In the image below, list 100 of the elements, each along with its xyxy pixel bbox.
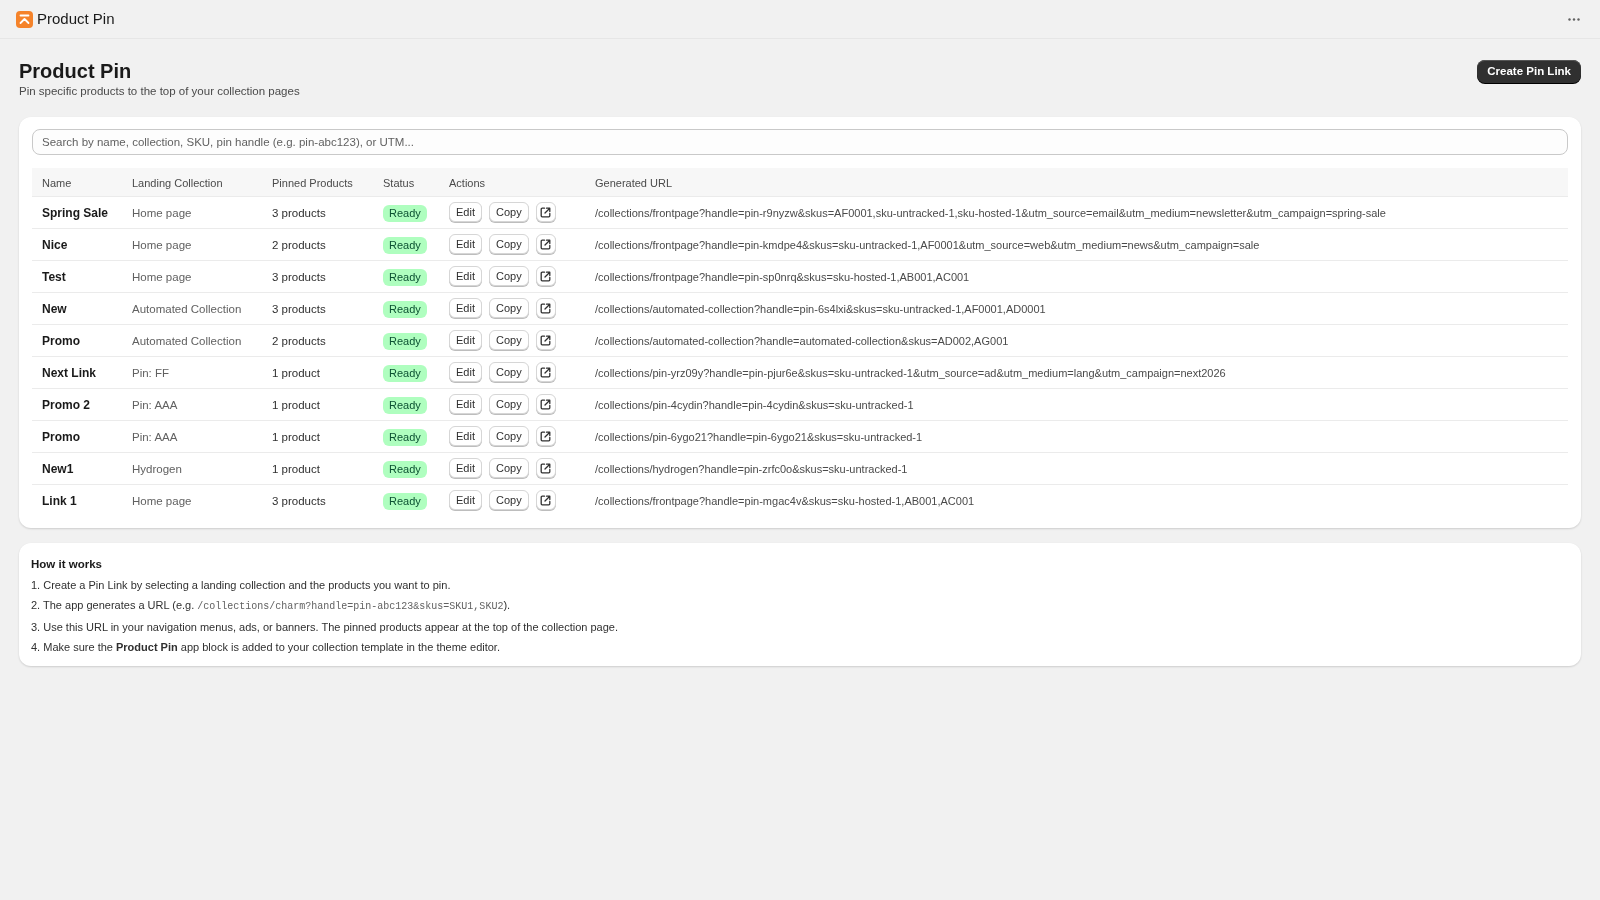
status-badge: Ready xyxy=(383,428,427,446)
status-badge: Ready xyxy=(383,396,427,414)
status-badge: Ready xyxy=(383,364,427,382)
section-title: How it works xyxy=(31,557,103,572)
search-field[interactable]: Search by name, collection, SKU, pin handle (e.g. pin-abc123), or UTM... xyxy=(32,129,1568,155)
column-header: Actions xyxy=(449,176,486,189)
edit-button[interactable]: Edit xyxy=(449,266,482,286)
status-badge: Ready xyxy=(383,268,427,286)
link-name: Nice xyxy=(42,238,68,252)
status-badge: Ready xyxy=(383,204,427,222)
status-badge: Ready xyxy=(383,300,427,318)
edit-button[interactable]: Edit xyxy=(449,426,482,446)
copy-button[interactable]: Copy xyxy=(488,266,529,286)
copy-button[interactable]: Copy xyxy=(488,298,529,318)
generated-url: /collections/automated-collection?handle=automated-collection&skus=AD002,AG001 xyxy=(595,335,1009,347)
status-badge: Ready xyxy=(383,493,427,510)
open-link-button[interactable] xyxy=(535,426,556,446)
open-link-button[interactable] xyxy=(535,298,556,318)
product-count: 2 products xyxy=(272,335,326,347)
open-link-button[interactable] xyxy=(535,234,556,254)
external-link-icon xyxy=(540,398,552,410)
page-subtitle: Pin specific products to the top of your collection pages xyxy=(19,84,300,99)
app-logo-icon xyxy=(16,10,33,28)
status-badge: Ready xyxy=(383,332,427,350)
external-link-icon xyxy=(540,238,552,250)
edit-button[interactable]: Edit xyxy=(449,202,482,222)
open-link-button[interactable] xyxy=(535,266,556,286)
generated-url: /collections/pin-4cydin?handle=pin-4cydin&skus=sku-untracked-1 xyxy=(595,399,914,411)
link-name: Next Link xyxy=(42,366,96,380)
generated-url: /collections/pin-6ygo21?handle=pin-6ygo21&skus=sku-untracked-1 xyxy=(595,431,923,443)
copy-button[interactable]: Copy xyxy=(488,234,529,254)
column-header: Status xyxy=(383,176,415,189)
link-name: Test xyxy=(42,270,66,284)
collection-name: Pin: FF xyxy=(132,367,170,379)
column-header: Name xyxy=(42,176,72,189)
column-header: Generated URL xyxy=(595,176,673,189)
external-link-icon xyxy=(540,270,552,282)
product-count: 3 products xyxy=(272,271,326,283)
collection-name: Home page xyxy=(132,271,192,283)
app-title: Product Pin xyxy=(37,8,115,29)
edit-button[interactable]: Edit xyxy=(449,234,482,254)
edit-button[interactable]: Edit xyxy=(449,330,482,350)
open-link-button[interactable] xyxy=(535,394,556,414)
product-count: 1 product xyxy=(272,463,320,475)
link-name: Promo 2 xyxy=(42,398,90,412)
edit-button[interactable]: Edit xyxy=(449,298,482,318)
open-link-button[interactable] xyxy=(535,490,556,511)
external-link-icon xyxy=(540,206,552,218)
step-text: 3. Use this URL in your navigation menus, ads, or banners. The pinned products appear at the top of the collection page. xyxy=(31,620,619,635)
collection-name: Hydrogen xyxy=(132,463,182,475)
generated-url: /collections/frontpage?handle=pin-kmdpe4&skus=sku-untracked-1,AF0001&utm_source=web&utm_medium=news&utm_campaign=sale xyxy=(595,239,1260,251)
edit-button[interactable]: Edit xyxy=(449,490,482,511)
open-link-button[interactable] xyxy=(535,362,556,382)
link-name: Promo xyxy=(42,334,80,348)
link-name: New xyxy=(42,302,67,316)
copy-button[interactable]: Copy xyxy=(488,394,529,414)
copy-button[interactable]: Copy xyxy=(488,426,529,446)
external-link-icon xyxy=(540,430,552,442)
more-icon xyxy=(1568,17,1580,21)
column-header: Landing Collection xyxy=(132,176,223,189)
open-link-button[interactable] xyxy=(535,330,556,350)
page-title: Product Pin xyxy=(19,59,133,83)
external-link-icon xyxy=(540,366,552,378)
collection-name: Automated Collection xyxy=(132,335,242,347)
step-text: 2. The app generates a URL (e.g. /collections/charm?handle=pin-abc123&skus=SKU1,SKU2). xyxy=(31,598,511,614)
link-name: Spring Sale xyxy=(42,206,109,220)
product-count: 3 products xyxy=(272,207,326,219)
external-link-icon xyxy=(540,462,552,474)
copy-button[interactable]: Copy xyxy=(488,202,529,222)
create-pin-link-button[interactable]: Create Pin Link xyxy=(1477,60,1581,83)
column-header: Pinned Products xyxy=(272,176,353,189)
copy-button[interactable]: Copy xyxy=(488,490,529,511)
collection-name: Pin: AAA xyxy=(132,399,178,411)
product-count: 3 products xyxy=(272,495,326,508)
edit-button[interactable]: Edit xyxy=(449,458,482,478)
step-text: 4. Make sure the Product Pin app block is added to your collection template in the theme editor. xyxy=(31,640,500,655)
collection-name: Home page xyxy=(132,495,192,508)
external-link-icon xyxy=(540,302,552,314)
link-name: New1 xyxy=(42,462,74,476)
product-count: 1 product xyxy=(272,399,320,411)
link-name: Promo xyxy=(42,430,80,444)
collection-name: Home page xyxy=(132,207,192,219)
copy-button[interactable]: Copy xyxy=(488,330,529,350)
copy-button[interactable]: Copy xyxy=(488,458,529,478)
open-link-button[interactable] xyxy=(535,202,556,222)
status-badge: Ready xyxy=(383,460,427,478)
generated-url: /collections/frontpage?handle=pin-sp0nrq&skus=sku-hosted-1,AB001,AC001 xyxy=(595,271,970,283)
edit-button[interactable]: Edit xyxy=(449,394,482,414)
external-link-icon xyxy=(540,334,552,346)
edit-button[interactable]: Edit xyxy=(449,362,482,382)
link-name: Link 1 xyxy=(42,494,77,509)
open-link-button[interactable] xyxy=(535,458,556,478)
collection-name: Pin: AAA xyxy=(132,431,178,443)
generated-url: /collections/pin-yrz09y?handle=pin-pjur6e&skus=sku-untracked-1&utm_source=ad&utm_medium=lang&utm_campaign=next2026 xyxy=(595,367,1226,379)
collection-name: Home page xyxy=(132,239,192,251)
generated-url: /collections/hydrogen?handle=pin-zrfc0o&skus=sku-untracked-1 xyxy=(595,463,908,475)
step-text: 1. Create a Pin Link by selecting a landing collection and the products you want to pin. xyxy=(31,578,451,593)
external-link-icon xyxy=(540,494,552,506)
copy-button[interactable]: Copy xyxy=(488,362,529,382)
product-count: 3 products xyxy=(272,303,326,315)
